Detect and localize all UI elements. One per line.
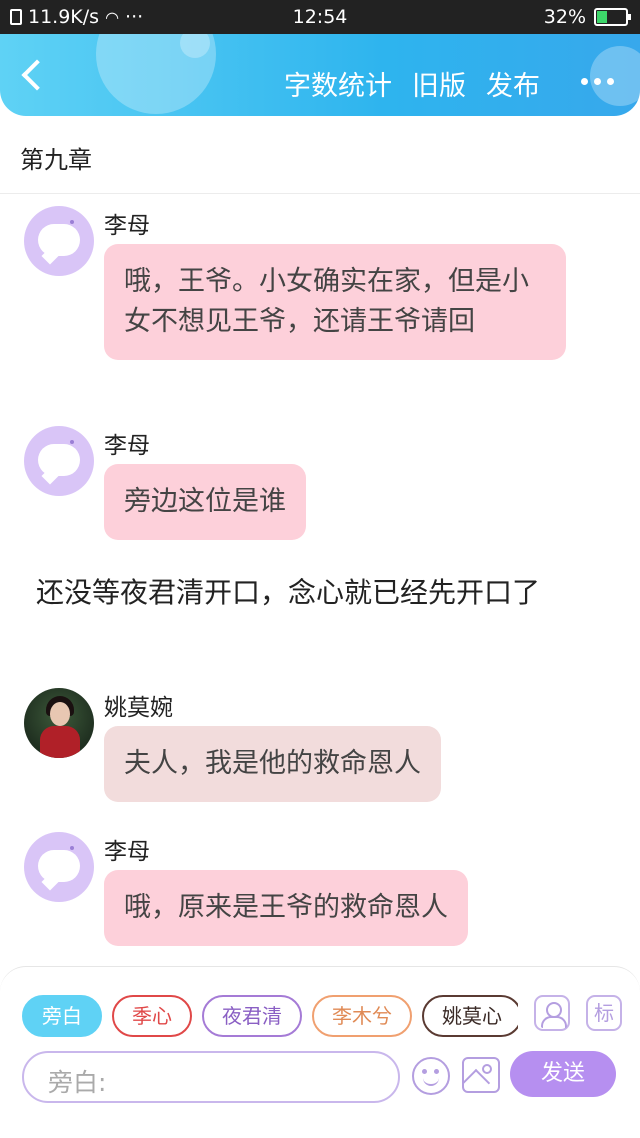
status-bar: 11.9K/s ◠ ··· 12:54 32% xyxy=(0,0,640,34)
word-count-button[interactable]: 字数统计 xyxy=(284,64,392,103)
character-chip[interactable]: 李木兮 xyxy=(312,995,412,1037)
sender-name: 李母 xyxy=(104,213,150,239)
narration-text[interactable]: 还没等夜君清开口，念心就已经先开口了 xyxy=(36,574,606,612)
more-icon[interactable] xyxy=(581,78,614,85)
character-chip[interactable]: 季心 xyxy=(112,995,192,1037)
message-bubble[interactable]: 哦，王爷。小女确实在家，但是小女不想见王爷，还请王爷请回 xyxy=(104,244,566,360)
character-chip[interactable]: 夜君清 xyxy=(202,995,302,1037)
publish-button[interactable]: 发布 xyxy=(486,64,540,103)
character-chip[interactable]: 姚莫心 xyxy=(422,995,518,1037)
message-bubble[interactable]: 哦，原来是王爷的救命恩人 xyxy=(104,870,468,946)
message-item: 李母 旁边这位是谁 xyxy=(0,416,640,556)
header-actions: 字数统计 旧版 发布 xyxy=(284,64,540,103)
back-icon[interactable] xyxy=(21,59,53,91)
character-chip-narrator[interactable]: 旁白 xyxy=(22,995,102,1037)
old-version-button[interactable]: 旧版 xyxy=(412,64,466,103)
message-bubble[interactable]: 夫人，我是他的救命恩人 xyxy=(104,726,441,802)
composer-panel: 旁白 季心 夜君清 李木兮 姚莫心 标 旁白: 发送 xyxy=(0,966,640,1138)
avatar[interactable] xyxy=(24,688,94,758)
battery-percent: 32% xyxy=(543,6,586,28)
message-item: 李母 哦，原来是王爷的救命恩人 xyxy=(0,822,640,962)
avatar[interactable] xyxy=(24,426,94,496)
chapter-title[interactable]: 第九章 xyxy=(0,116,640,194)
tag-icon[interactable]: 标 xyxy=(586,995,622,1031)
character-manage-icon[interactable] xyxy=(534,995,570,1031)
avatar[interactable] xyxy=(24,206,94,276)
emoji-icon[interactable] xyxy=(412,1057,450,1095)
sender-name: 姚莫婉 xyxy=(104,695,173,721)
message-item: 姚莫婉 夫人，我是他的救命恩人 xyxy=(0,678,640,818)
sender-name: 李母 xyxy=(104,839,150,865)
battery-icon xyxy=(594,8,631,26)
message-bubble[interactable]: 旁边这位是谁 xyxy=(104,464,306,540)
send-button[interactable]: 发送 xyxy=(510,1051,616,1097)
status-right: 32% xyxy=(543,6,631,28)
character-chips: 旁白 季心 夜君清 李木兮 姚莫心 xyxy=(22,995,518,1037)
message-item: 李母 哦，王爷。小女确实在家，但是小女不想见王爷，还请王爷请回 xyxy=(0,196,640,406)
top-bar: 字数统计 旧版 发布 xyxy=(0,34,640,116)
sender-name: 李母 xyxy=(104,433,150,459)
avatar[interactable] xyxy=(24,832,94,902)
image-icon[interactable] xyxy=(462,1057,500,1093)
message-input[interactable]: 旁白: xyxy=(22,1051,400,1103)
